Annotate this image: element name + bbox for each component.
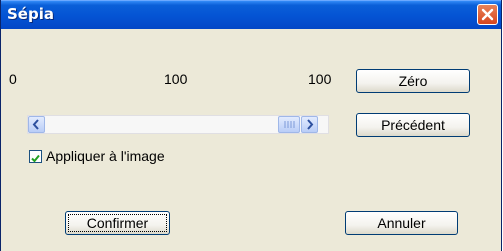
slider-mid-label: 100 <box>164 71 188 87</box>
chevron-right-icon <box>307 119 314 130</box>
dialog-title: Sépia <box>7 5 54 23</box>
apply-to-image-label[interactable]: Appliquer à l'image <box>46 148 165 164</box>
cancel-button[interactable]: Annuler <box>345 211 458 235</box>
close-icon <box>481 8 494 21</box>
apply-to-image-checkbox[interactable] <box>29 150 42 163</box>
zero-button[interactable]: Zéro <box>356 69 470 93</box>
chevron-left-icon <box>32 119 39 130</box>
confirm-button[interactable]: Confirmer <box>65 211 170 235</box>
checkmark-icon <box>31 154 40 163</box>
scroll-thumb[interactable] <box>278 116 300 133</box>
slider-min-label: 0 <box>9 71 17 87</box>
scroll-right-button[interactable] <box>301 116 318 133</box>
scroll-left-button[interactable] <box>28 116 45 133</box>
sepia-scrollbar[interactable] <box>27 115 329 134</box>
grip-icon <box>284 121 295 128</box>
previous-button[interactable]: Précédent <box>356 113 470 137</box>
title-bar[interactable]: Sépia <box>1 0 501 29</box>
close-button[interactable] <box>477 4 498 25</box>
sepia-dialog: Sépia 0 100 100 Zéro Précédent Appliquer… <box>0 0 502 251</box>
slider-value-label: 100 <box>308 71 332 87</box>
